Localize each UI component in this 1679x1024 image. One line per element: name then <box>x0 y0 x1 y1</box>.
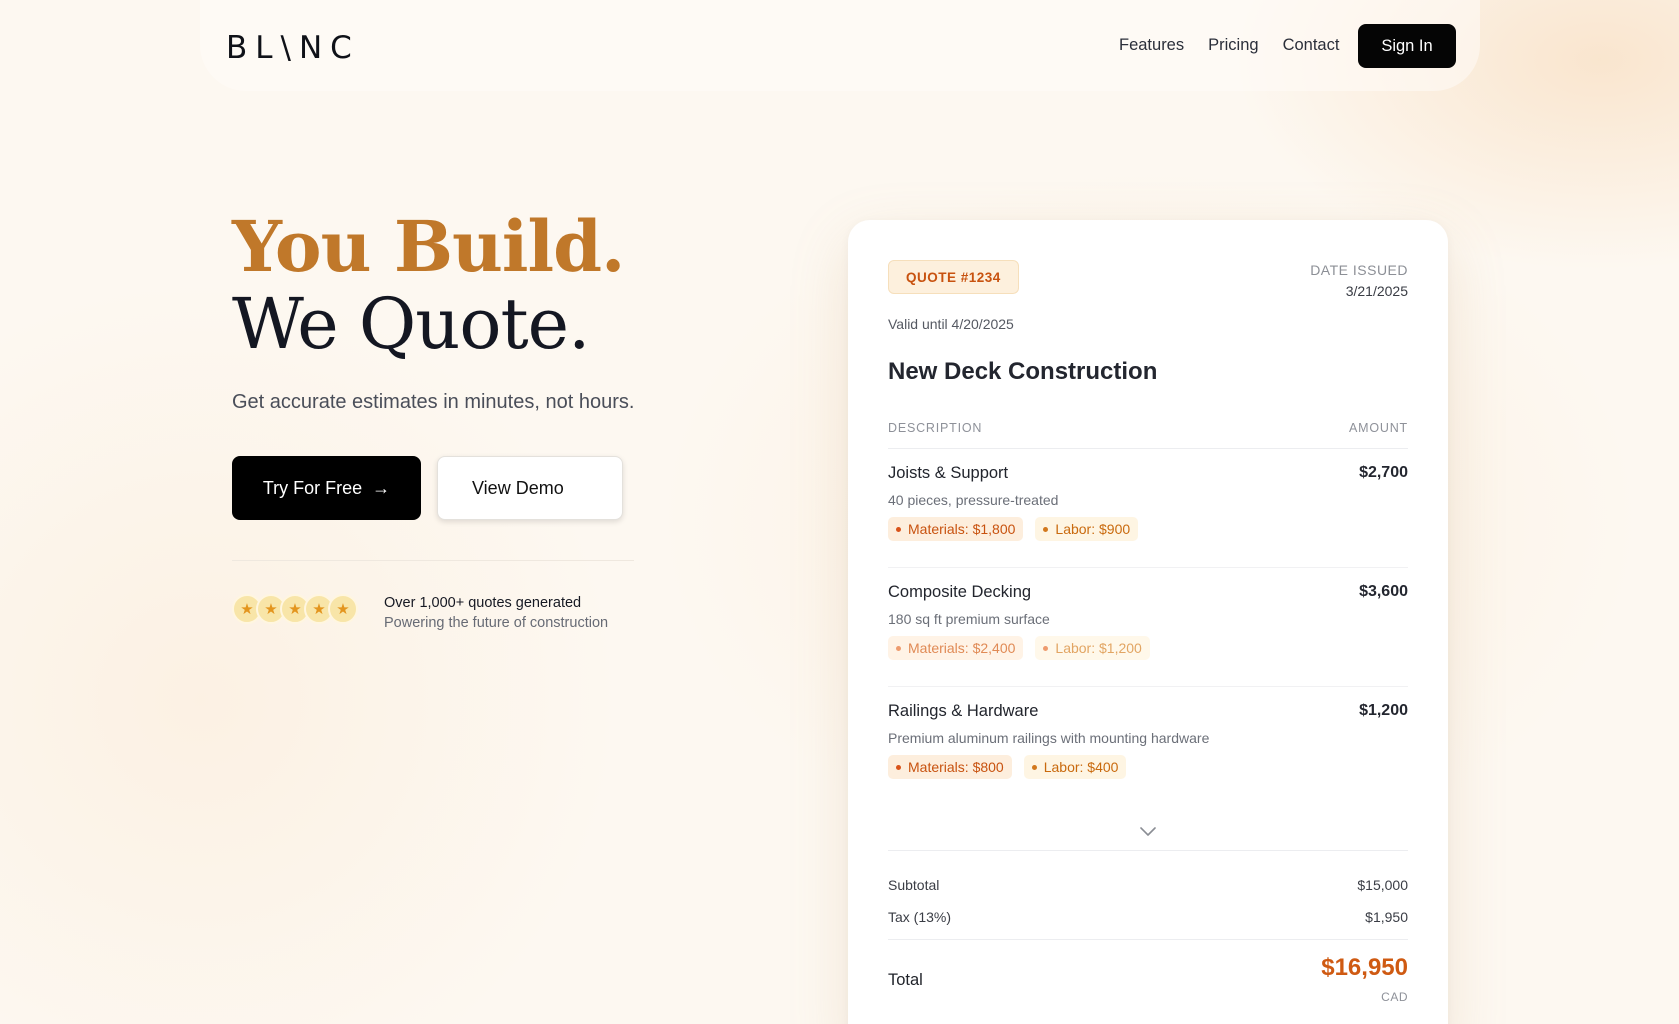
nav-link-pricing[interactable]: Pricing <box>1208 36 1258 55</box>
total-divider <box>888 939 1408 940</box>
sign-in-button[interactable]: Sign In <box>1358 24 1456 68</box>
try-for-free-label: Try For Free <box>262 477 363 498</box>
quote-card: QUOTE #1234 DATE ISSUED 3/21/2025 Valid … <box>848 220 1448 1024</box>
labor-chip-label: Labor: $400 <box>1043 759 1119 775</box>
materials-chip: Materials: $2,400 <box>888 636 1024 660</box>
dot-icon <box>896 645 901 651</box>
dot-icon <box>1031 764 1037 770</box>
materials-chip: Materials: $800 <box>888 755 1012 779</box>
line-item-name: Composite Decking <box>888 583 1032 601</box>
materials-chip: Materials: $1,800 <box>888 517 1024 541</box>
try-for-free-button[interactable]: Try For Free → <box>232 456 421 520</box>
line-item-name: Joists & Support <box>888 464 1009 482</box>
materials-chip-label: Materials: $800 <box>908 759 1004 775</box>
hero-headline-quote: We Quote. <box>232 283 590 365</box>
line-item: Composite Decking $3,600 180 sq ft premi… <box>888 568 1408 687</box>
date-issued-label: DATE ISSUED <box>1310 262 1408 278</box>
view-demo-button[interactable]: View Demo <box>437 456 623 520</box>
column-header-amount: AMOUNT <box>1349 421 1408 435</box>
dot-icon <box>1043 645 1049 651</box>
star-icon: ★ <box>328 594 358 624</box>
labor-chip: Labor: $1,200 <box>1035 636 1150 660</box>
line-item: Railings & Hardware $1,200 Premium alumi… <box>888 687 1408 806</box>
subtotal-value: $15,000 <box>1357 877 1408 893</box>
column-header-description: DESCRIPTION <box>888 421 983 435</box>
materials-chip-label: Materials: $1,800 <box>908 521 1016 537</box>
labor-chip-label: Labor: $1,200 <box>1055 640 1142 656</box>
rating-stars: ★ ★ ★ ★ ★ <box>232 594 358 624</box>
quote-number-badge: QUOTE #1234 <box>888 260 1019 294</box>
quote-title: New Deck Construction <box>888 358 1158 385</box>
cost-breakdown: Materials: $800 Labor: $400 <box>888 755 1127 779</box>
line-item-amount: $1,200 <box>1359 702 1408 719</box>
line-item-amount: $2,700 <box>1359 464 1408 481</box>
hero-subtitle: Get accurate estimates in minutes, not h… <box>232 391 635 413</box>
social-proof-subtitle: Powering the future of construction <box>384 615 609 631</box>
view-demo-label: View Demo <box>472 477 564 498</box>
line-item-amount: $3,600 <box>1359 583 1408 600</box>
labor-chip-label: Labor: $900 <box>1055 521 1131 537</box>
hero-divider <box>232 560 634 561</box>
materials-chip-label: Materials: $2,400 <box>908 640 1016 656</box>
chevron-down-icon[interactable] <box>1138 826 1158 838</box>
arrow-right-icon: → <box>372 477 391 498</box>
dot-icon <box>1043 526 1049 532</box>
brand-logo[interactable]: BL\NC <box>226 30 360 66</box>
valid-until: Valid until 4/20/2025 <box>888 316 1014 332</box>
tax-label: Tax (13%) <box>888 909 952 925</box>
currency-label: CAD <box>1381 990 1408 1004</box>
dot-icon <box>896 526 901 532</box>
nav-link-contact[interactable]: Contact <box>1283 36 1340 55</box>
cost-breakdown: Materials: $1,800 Labor: $900 <box>888 517 1139 541</box>
nav-links: Features Pricing Contact <box>1119 36 1339 55</box>
tax-value: $1,950 <box>1365 909 1408 925</box>
cost-breakdown: Materials: $2,400 Labor: $1,200 <box>888 636 1150 660</box>
hero-headline-build: You Build. <box>232 205 625 288</box>
date-issued-value: 3/21/2025 <box>1345 283 1408 299</box>
labor-chip: Labor: $900 <box>1035 517 1139 541</box>
subtotal-label: Subtotal <box>888 877 940 893</box>
line-item-name: Railings & Hardware <box>888 702 1039 720</box>
social-proof-title: Over 1,000+ quotes generated <box>384 595 582 611</box>
dot-icon <box>896 764 901 770</box>
line-item: Joists & Support $2,700 40 pieces, press… <box>888 449 1408 568</box>
nav-link-features[interactable]: Features <box>1119 36 1184 55</box>
line-item-detail: 180 sq ft premium surface <box>888 611 1050 627</box>
total-value: $16,950 <box>1321 954 1408 981</box>
line-item-detail: 40 pieces, pressure-treated <box>888 492 1059 508</box>
summary-divider <box>888 850 1408 851</box>
line-item-detail: Premium aluminum railings with mounting … <box>888 730 1210 746</box>
total-label: Total <box>888 971 923 989</box>
labor-chip: Labor: $400 <box>1023 755 1127 779</box>
